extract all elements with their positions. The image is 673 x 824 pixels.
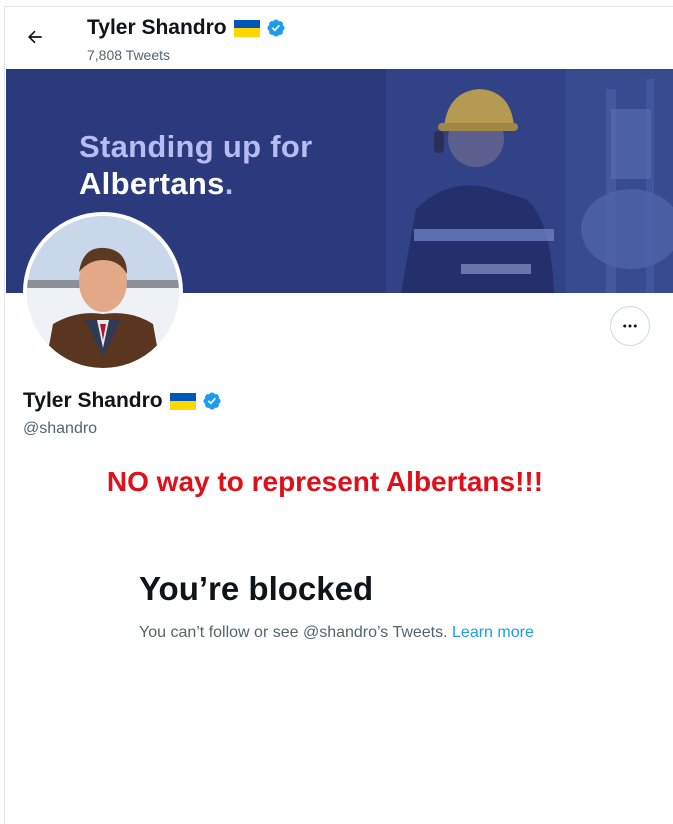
blocked-message: You can’t follow or see @shandro’s Tweet… xyxy=(139,622,539,644)
avatar[interactable] xyxy=(23,212,183,372)
profile-handle: @shandro xyxy=(23,420,98,437)
more-options-button[interactable] xyxy=(610,306,650,346)
profile-name: Tyler Shandro xyxy=(23,389,222,413)
annotation-text: NO way to represent Albertans!!! xyxy=(106,466,544,497)
ukraine-flag-icon xyxy=(233,19,260,37)
banner-headline-word: Albertans xyxy=(79,166,225,201)
profile-name-text: Tyler Shandro xyxy=(23,389,163,412)
arrow-left-icon xyxy=(28,30,42,44)
tweet-count: 7,808 Tweets xyxy=(87,47,171,63)
ukraine-flag-icon xyxy=(169,392,196,410)
verified-badge-icon[interactable] xyxy=(202,391,222,411)
learn-more-link[interactable]: Learn more xyxy=(452,624,534,641)
avatar-photo xyxy=(27,216,179,368)
banner-headline-dot: . xyxy=(224,166,234,201)
profile-page: Tyler Shandro 7,808 Tweets Standing up f… xyxy=(4,6,673,824)
header-title: Tyler Shandro xyxy=(87,16,286,40)
banner-headline-line1: Standing up for xyxy=(79,129,313,164)
banner-headline-line2: Albertans. xyxy=(79,166,234,202)
back-button[interactable] xyxy=(19,21,51,53)
profile-header: Tyler Shandro 7,808 Tweets xyxy=(5,7,673,69)
verified-badge-icon[interactable] xyxy=(266,18,286,38)
more-horizontal-icon xyxy=(623,324,637,328)
blocked-title: You’re blocked xyxy=(139,570,374,607)
blocked-message-text: You can’t follow or see @shandro’s Tweet… xyxy=(139,624,448,641)
header-name-text: Tyler Shandro xyxy=(87,16,227,39)
